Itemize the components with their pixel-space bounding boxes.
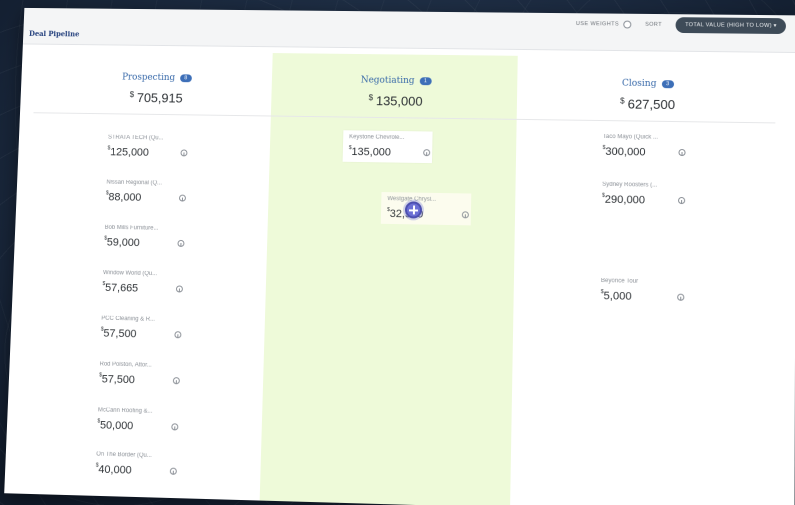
deal-title: PCC Cleaning & R...: [101, 315, 156, 323]
deal-value: $57,500: [99, 372, 136, 387]
deal-title: Keystone Chevrole...: [349, 134, 405, 141]
deal-value: $300,000: [602, 144, 646, 159]
count-badge: 3: [661, 80, 674, 89]
column-header-closing: Closing 3 $627,500: [547, 72, 749, 113]
deal-card[interactable]: Taco Mayo (Quick ... $300,000: [603, 134, 694, 159]
deal-value: $59,000: [104, 235, 140, 250]
deal-title: On The Border (Qu...: [96, 451, 152, 460]
deal-card[interactable]: PCC Cleaning & R... $57,500: [101, 316, 190, 342]
deal-card[interactable]: Beyonce Tour $5,000: [601, 278, 693, 304]
info-icon[interactable]: [461, 211, 469, 219]
column-name: Prospecting: [121, 72, 176, 84]
use-weights-label: Use Weights: [575, 21, 619, 28]
deal-value: $125,000: [107, 145, 150, 159]
deal-card[interactable]: Window World (Qu... $57,665: [102, 270, 191, 296]
deal-title: Sydney Roosters (...: [602, 181, 658, 189]
deal-title: Bob Mills Furniture...: [104, 224, 159, 232]
page-title: Deal Pipeline: [28, 29, 80, 39]
deal-card[interactable]: On The Border (Qu... $40,000: [95, 451, 185, 478]
count-badge: 1: [419, 77, 432, 86]
info-icon[interactable]: [677, 293, 685, 301]
deal-card[interactable]: Keystone Chevrole... $135,000: [342, 130, 433, 164]
info-icon[interactable]: [175, 285, 183, 293]
info-icon[interactable]: [169, 467, 177, 475]
deal-title: Nissan Regional (Q...: [106, 179, 163, 187]
deal-value: $88,000: [105, 190, 142, 204]
deal-title: Window World (Qu...: [102, 270, 158, 278]
column-header-negotiating: Negotiating 1 $135,000: [297, 69, 496, 110]
deal-value: $135,000: [348, 145, 392, 159]
use-weights-toggle[interactable]: Use Weights: [575, 20, 632, 29]
info-icon[interactable]: [180, 149, 188, 157]
column-header-prospecting: Prospecting 8 $705,915: [59, 66, 255, 106]
deal-card[interactable]: McCann Roofing &... $50,000: [97, 407, 187, 433]
deal-value: $40,000: [95, 462, 132, 477]
radio-icon[interactable]: [622, 20, 632, 29]
deal-card[interactable]: Bob Mills Furniture... $59,000: [104, 225, 193, 250]
sort-dropdown-button[interactable]: Total Value (High to Low) ▾: [675, 17, 786, 35]
deal-card[interactable]: Sydney Roosters (... $290,000: [602, 182, 694, 208]
info-icon[interactable]: [171, 423, 179, 431]
pipeline-board: Prospecting 8 $705,915 Negotiating 1 $13…: [4, 44, 795, 505]
column-total: $627,500: [620, 96, 676, 113]
toolbar: Use Weights Sort Total Value (High to Lo…: [575, 16, 786, 35]
info-icon[interactable]: [423, 149, 431, 157]
info-icon[interactable]: [172, 377, 180, 385]
deal-title: STRATA TECH (Qu...: [107, 134, 164, 142]
deal-value: $290,000: [602, 192, 646, 207]
deal-title: Westgate Chrysl...: [387, 196, 437, 203]
info-icon[interactable]: [177, 239, 185, 247]
deal-value: $5,000: [600, 289, 632, 303]
deal-title: Beyonce Tour: [600, 277, 639, 285]
deal-title: Taco Mayo (Quick ...: [602, 133, 659, 141]
column-name: Closing: [621, 78, 657, 90]
deal-value: $57,665: [102, 280, 139, 295]
info-icon[interactable]: [678, 148, 686, 157]
info-icon[interactable]: [174, 331, 182, 339]
deal-title: Rod Polston, Attor...: [99, 361, 152, 369]
sort-label: Sort: [645, 21, 662, 28]
info-icon[interactable]: [178, 194, 187, 202]
app-window: Deal Pipeline Use Weights Sort Total Val…: [4, 7, 795, 505]
column-name: Negotiating: [360, 75, 415, 87]
deal-card[interactable]: Nissan Regional (Q... $88,000: [106, 180, 195, 205]
dragging-deal-card[interactable]: Westgate Chrysl... $32,500: [380, 192, 472, 226]
deal-value: $50,000: [97, 418, 134, 433]
deal-card[interactable]: STRATA TECH (Qu... $125,000: [107, 135, 196, 160]
info-icon[interactable]: [678, 196, 686, 205]
count-badge: 8: [179, 74, 192, 83]
column-total: $135,000: [368, 93, 423, 109]
column-total: $705,915: [129, 90, 183, 106]
deal-value: $57,500: [100, 326, 137, 341]
deal-title: McCann Roofing &...: [97, 407, 153, 415]
negotiating-drop-zone[interactable]: [259, 53, 518, 505]
deal-card[interactable]: Rod Polston, Attor... $57,500: [99, 361, 188, 387]
